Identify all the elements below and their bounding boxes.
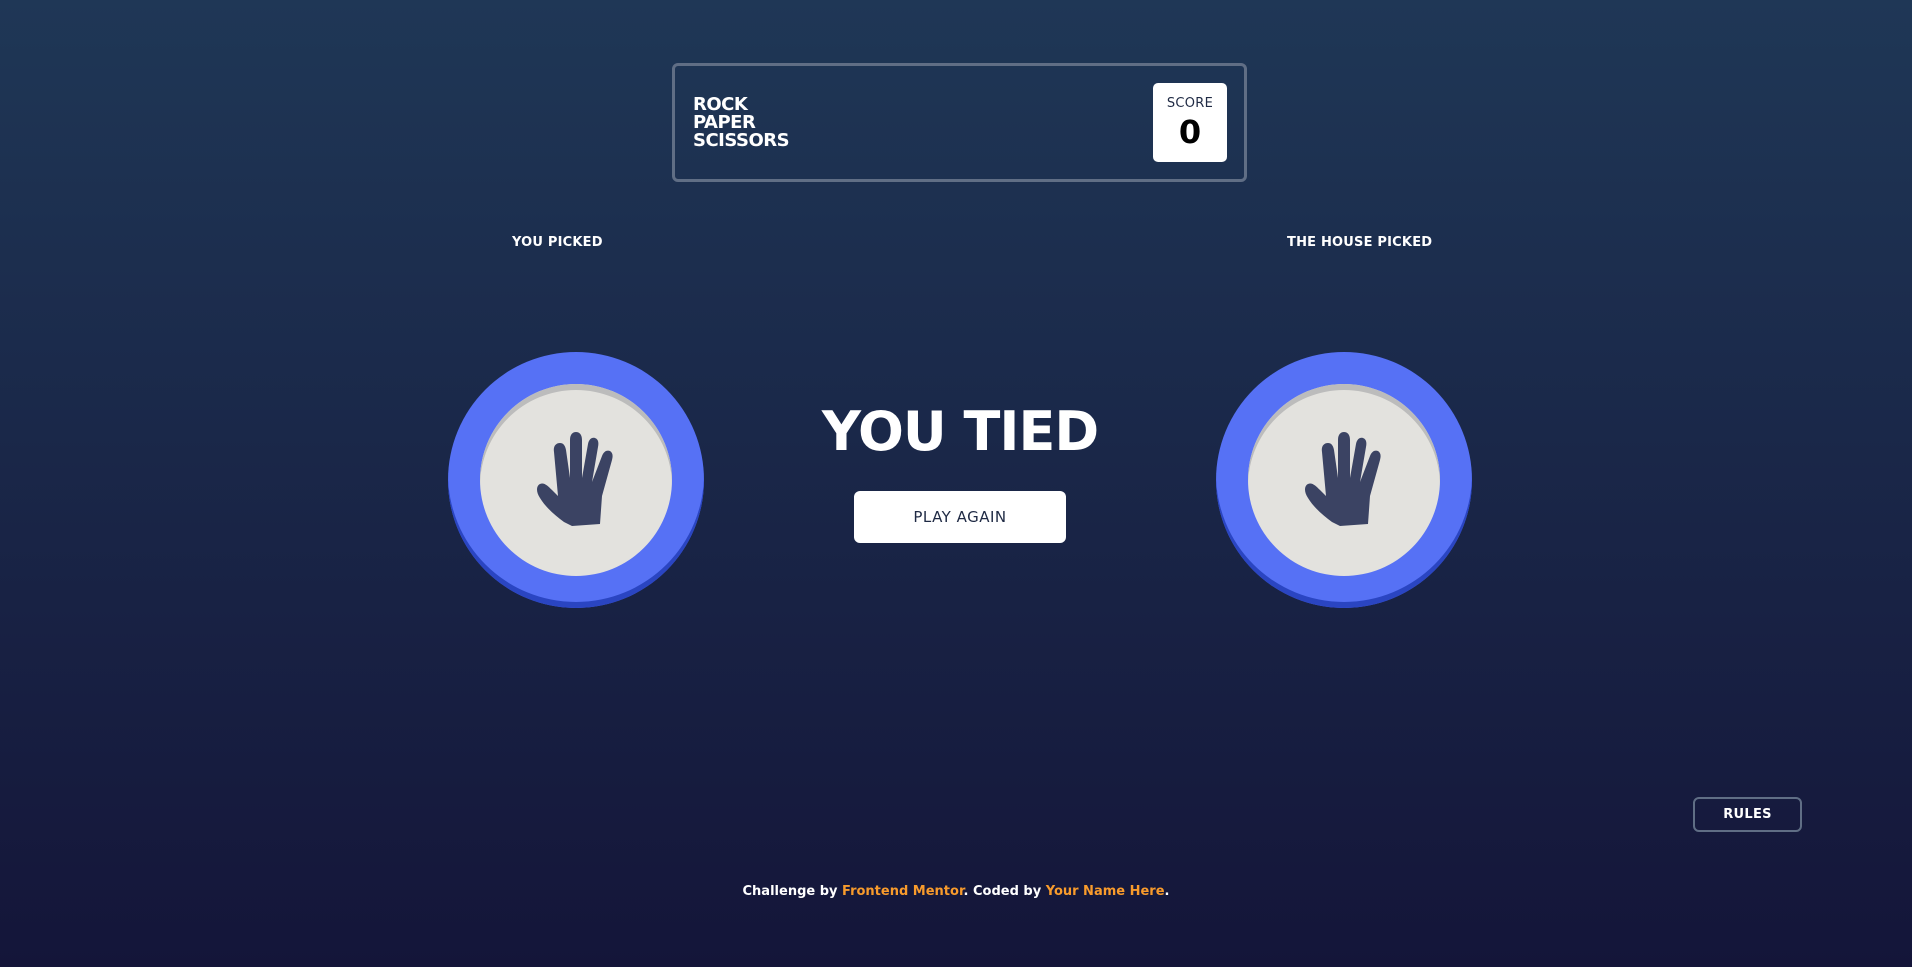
- house-pick-face: [1248, 384, 1440, 576]
- footer-middle: . Coded by: [963, 884, 1046, 899]
- score-box: SCORE 0: [1153, 83, 1227, 162]
- player-pick-token: [448, 352, 704, 608]
- play-again-button[interactable]: PLAY AGAIN: [854, 491, 1066, 543]
- house-pick-token: [1216, 352, 1472, 608]
- attribution-footer: Challenge by Frontend Mentor. Coded by Y…: [0, 884, 1912, 899]
- frontend-mentor-link[interactable]: Frontend Mentor: [842, 884, 963, 899]
- result-text: YOU TIED: [821, 400, 1099, 463]
- title-line-scissors: SCISSORS: [693, 130, 790, 151]
- footer-suffix: .: [1164, 884, 1170, 899]
- player-pick-face: [480, 384, 672, 576]
- you-picked-label: YOU PICKED: [512, 235, 603, 250]
- paper-icon: [1305, 432, 1381, 526]
- author-link[interactable]: Your Name Here: [1046, 884, 1165, 899]
- house-picked-label: THE HOUSE PICKED: [1287, 235, 1433, 250]
- score-value: 0: [1178, 113, 1202, 151]
- scoreboard-header: ROCK PAPER SCISSORS SCORE 0: [672, 63, 1247, 182]
- score-label: SCORE: [1166, 96, 1214, 111]
- footer-prefix: Challenge by: [742, 884, 843, 899]
- game-title: ROCK PAPER SCISSORS: [693, 96, 790, 151]
- paper-icon: [537, 432, 613, 526]
- rules-button[interactable]: RULES: [1693, 797, 1802, 832]
